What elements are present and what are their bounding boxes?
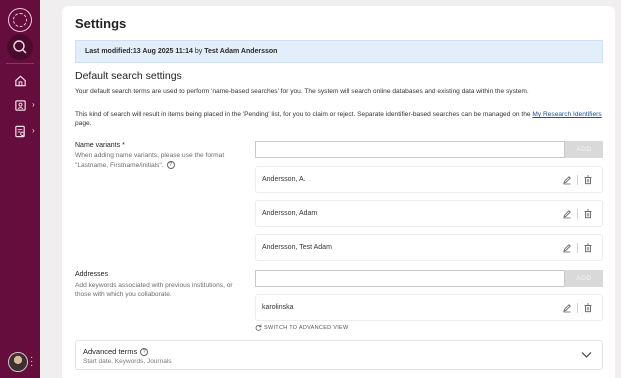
section-description-2: This kind of search will result in items…: [75, 111, 605, 128]
page-title: Settings: [75, 16, 127, 31]
settings-card: Settings Last modified: 13 Aug 2025 11:1…: [62, 6, 615, 378]
switch-to-advanced-view-link[interactable]: SWITCH TO ADVANCED VIEW: [255, 324, 349, 331]
banner-by: by: [192, 48, 205, 55]
list-item: Andersson, A.: [255, 166, 603, 193]
section-title: Default search settings: [75, 70, 182, 82]
my-research-identifiers-link[interactable]: My Research Identifiers: [532, 111, 601, 118]
home-icon[interactable]: [7, 67, 33, 93]
list-item: Andersson, Test Adam: [255, 234, 603, 261]
action-separator: [577, 303, 578, 313]
refresh-icon: [255, 324, 262, 331]
banner-date: 13 Aug 2025 11:14: [132, 48, 193, 55]
name-variant-text: Andersson, Adam: [262, 210, 318, 217]
addresses-label: Addresses: [75, 271, 109, 278]
advanced-title: Advanced terms?: [83, 347, 149, 357]
last-modified-banner: Last modified: 13 Aug 2025 11:14 by Test…: [75, 40, 603, 63]
logo-seal-icon[interactable]: [8, 8, 32, 32]
list-item: Andersson, Adam: [255, 200, 603, 227]
records-chevron-icon: ›: [32, 100, 35, 109]
action-separator: [577, 209, 578, 219]
para2-tail: page.: [75, 119, 92, 127]
address-text: karolinska: [262, 304, 294, 311]
reports-icon[interactable]: ›: [7, 118, 35, 144]
help-icon[interactable]: ?: [166, 160, 175, 169]
records-icon[interactable]: ›: [7, 92, 35, 118]
advanced-terms-accordion[interactable]: Advanced terms? Start date, Keywords, Jo…: [75, 340, 603, 370]
name-variants-label: Name variants *: [75, 142, 125, 149]
banner-prefix: Last modified:: [85, 48, 133, 55]
edit-icon[interactable]: [561, 208, 573, 220]
name-variant-text: Andersson, Test Adam: [262, 244, 332, 251]
reports-chevron-icon: ›: [32, 126, 35, 135]
para2-text: This kind of search will result in items…: [75, 111, 533, 118]
edit-icon[interactable]: [561, 242, 573, 254]
add-address-button[interactable]: ADD: [565, 270, 603, 287]
sidebar-divider: [6, 63, 34, 64]
add-name-variant-button[interactable]: ADD: [565, 141, 603, 158]
name-variants-hint: When adding name variants, please use th…: [75, 152, 247, 170]
name-variants-hint-text: When adding name variants, please use th…: [75, 152, 225, 169]
trash-icon[interactable]: [582, 208, 594, 220]
help-icon[interactable]: ?: [140, 348, 149, 357]
search-icon[interactable]: [7, 34, 33, 60]
advanced-subtitle: Start date, Keywords, Journals: [83, 358, 172, 365]
more-options-icon[interactable]: · · ·: [30, 353, 33, 371]
name-variant-text: Andersson, A.: [262, 176, 306, 183]
trash-icon[interactable]: [582, 302, 594, 314]
avatar[interactable]: [8, 352, 28, 372]
sidebar: › › · · ·: [0, 0, 40, 378]
switch-view-label: SWITCH TO ADVANCED VIEW: [264, 324, 349, 331]
address-input[interactable]: [255, 270, 565, 287]
banner-user: Test Adam Andersson: [204, 48, 278, 55]
trash-icon[interactable]: [582, 174, 594, 186]
trash-icon[interactable]: [582, 242, 594, 254]
action-separator: [577, 243, 578, 253]
action-separator: [577, 175, 578, 185]
chevron-down-icon[interactable]: [581, 351, 592, 359]
edit-icon[interactable]: [561, 174, 573, 186]
name-variant-input[interactable]: [255, 141, 565, 158]
advanced-title-text: Advanced terms: [83, 347, 138, 356]
edit-icon[interactable]: [561, 302, 573, 314]
list-item: karolinska: [255, 294, 603, 321]
addresses-hint: Add keywords associated with previous in…: [75, 282, 233, 298]
section-description: Your default search terms are used to pe…: [75, 88, 529, 95]
